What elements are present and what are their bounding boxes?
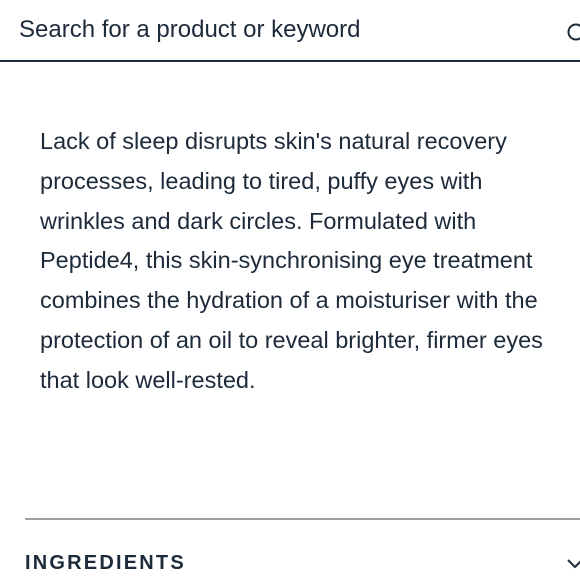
chevron-down-icon (567, 559, 580, 569)
ingredients-heading: INGREDIENTS (25, 552, 186, 574)
description-line: wrinkles and dark circles. Formulated wi… (40, 207, 477, 234)
description-line: that look well-rested. (40, 366, 256, 393)
search-icon[interactable] (566, 22, 580, 44)
search-input[interactable] (0, 0, 560, 60)
description-line: Lack of sleep disrupts skin's natural re… (40, 128, 507, 154)
search-bar (0, 0, 580, 62)
section-divider (25, 518, 580, 520)
description-line: protection of an oil to reveal brighter,… (40, 326, 543, 353)
description-line: combines the hydration of a moisturiser … (40, 287, 538, 314)
product-description: Lack of sleep disrupts skin's natural re… (40, 122, 580, 401)
description-line: processes, leading to tired, puffy eyes … (40, 167, 483, 194)
description-line: Peptide4, this skin-synchronising eye tr… (40, 247, 533, 274)
ingredients-accordion-toggle[interactable]: INGREDIENTS (25, 540, 580, 580)
